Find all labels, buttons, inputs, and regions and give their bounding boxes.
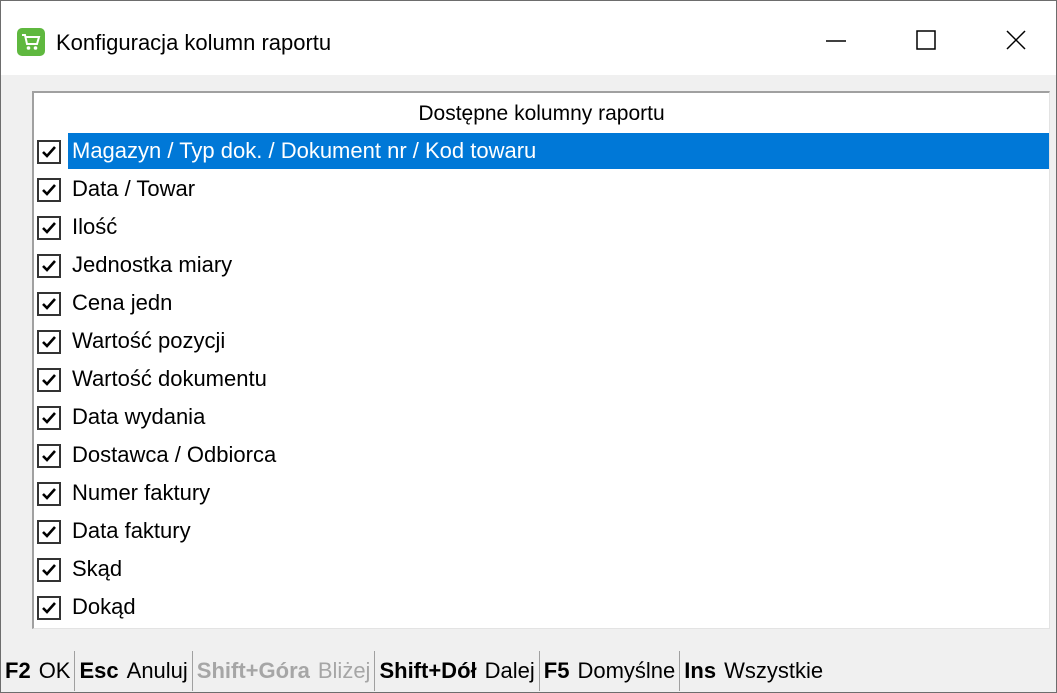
item-label: Dostawca / Odbiorca xyxy=(72,442,277,467)
item-label: Data wydania xyxy=(72,404,206,429)
item-label: Numer faktury xyxy=(72,480,211,505)
shortcut-key: Ins xyxy=(684,658,717,683)
item-checkbox[interactable] xyxy=(37,482,61,506)
list-item[interactable]: Jednostka miary xyxy=(34,246,1049,284)
item-checkbox[interactable] xyxy=(37,406,61,430)
item-label: Wartość pozycji xyxy=(72,328,226,353)
item-label: Data / Towar xyxy=(72,176,196,201)
checkmark-icon xyxy=(42,298,56,310)
checkmark-icon xyxy=(42,184,56,196)
shortcut-key: Shift+Góra xyxy=(196,658,310,683)
close-button[interactable] xyxy=(971,11,1057,69)
list-item[interactable]: Wartość pozycji xyxy=(34,322,1049,360)
list-item[interactable]: Skąd xyxy=(34,550,1049,588)
item-checkbox[interactable] xyxy=(37,254,61,278)
item-label: Magazyn / Typ dok. / Dokument nr / Kod t… xyxy=(68,133,1049,169)
shortcut-label: Wszystkie xyxy=(724,658,824,683)
item-checkbox[interactable] xyxy=(37,444,61,468)
shortcut-shift-g-ra: Shift+Góra Bliżej xyxy=(193,651,376,691)
list-item[interactable]: Data wydania xyxy=(34,398,1049,436)
checkmark-icon xyxy=(42,488,56,500)
checkmark-icon xyxy=(42,450,56,462)
item-checkbox[interactable] xyxy=(37,292,61,316)
shortcut-label: Bliżej xyxy=(317,658,371,683)
shortcut-key: Esc xyxy=(79,658,119,683)
checkmark-icon xyxy=(42,222,56,234)
item-checkbox[interactable] xyxy=(37,178,61,202)
item-checkbox[interactable] xyxy=(37,596,61,620)
list-item[interactable]: Numer faktury xyxy=(34,474,1049,512)
item-label: Jednostka miary xyxy=(72,252,233,277)
list-item[interactable]: Magazyn / Typ dok. / Dokument nr / Kod t… xyxy=(34,132,1049,170)
shortcut-ins[interactable]: Ins Wszystkie xyxy=(680,651,827,691)
item-label: Wartość dokumentu xyxy=(72,366,267,391)
columns-list: Magazyn / Typ dok. / Dokument nr / Kod t… xyxy=(34,132,1049,626)
list-item[interactable]: Wartość dokumentu xyxy=(34,360,1049,398)
close-icon xyxy=(1006,30,1026,50)
list-item[interactable]: Data faktury xyxy=(34,512,1049,550)
item-checkbox[interactable] xyxy=(37,330,61,354)
shortcut-shift-d-[interactable]: Shift+Dół Dalej xyxy=(375,651,540,691)
checkmark-icon xyxy=(42,260,56,272)
shortcut-key: F2 xyxy=(5,658,31,683)
shortcut-f2[interactable]: F2 OK xyxy=(1,651,76,691)
shortcut-label: Anuluj xyxy=(126,658,188,683)
shortcut-esc[interactable]: Esc Anuluj xyxy=(75,651,193,691)
columns-listbox[interactable]: Dostępne kolumny raportu Magazyn / Typ d… xyxy=(32,91,1050,629)
shortcut-label: OK xyxy=(38,658,71,683)
maximize-icon xyxy=(916,30,936,50)
minimize-button[interactable] xyxy=(791,11,881,69)
item-label: Dokąd xyxy=(72,594,136,619)
window-title: Konfiguracja kolumn raportu xyxy=(56,30,332,55)
item-checkbox[interactable] xyxy=(37,368,61,392)
shortcut-key: F5 xyxy=(543,658,570,683)
item-label: Cena jedn xyxy=(72,290,173,315)
item-label: Data faktury xyxy=(72,518,191,543)
item-label: Skąd xyxy=(72,556,123,581)
shortcut-f5[interactable]: F5 Domyślne xyxy=(540,651,681,691)
minimize-icon xyxy=(826,40,846,42)
item-checkbox[interactable] xyxy=(37,520,61,544)
checkmark-icon xyxy=(42,564,56,576)
checkmark-icon xyxy=(42,412,56,424)
checkmark-icon xyxy=(42,602,56,614)
list-item[interactable]: Ilość xyxy=(34,208,1049,246)
checkmark-icon xyxy=(42,526,56,538)
checkmark-icon xyxy=(42,336,56,348)
shortcut-label: Domyślne xyxy=(577,658,676,683)
item-checkbox[interactable] xyxy=(37,216,61,240)
maximize-button[interactable] xyxy=(881,11,971,69)
item-checkbox[interactable] xyxy=(37,140,61,164)
list-header: Dostępne kolumny raportu xyxy=(34,93,1049,132)
item-checkbox[interactable] xyxy=(37,558,61,582)
shortcut-label: Dalej xyxy=(484,658,535,683)
list-item[interactable]: Cena jedn xyxy=(34,284,1049,322)
list-item[interactable]: Dostawca / Odbiorca xyxy=(34,436,1049,474)
shopping-cart-icon xyxy=(17,28,45,56)
item-label: Ilość xyxy=(72,214,118,239)
title-bar[interactable]: Konfiguracja kolumn raportu xyxy=(1,1,1056,75)
shortcut-key: Shift+Dół xyxy=(379,658,477,683)
list-item[interactable]: Dokąd xyxy=(34,588,1049,626)
list-item[interactable]: Data / Towar xyxy=(34,170,1049,208)
checkmark-icon xyxy=(42,374,56,386)
dialog-window: Konfiguracja kolumn raportu Dostępne kol… xyxy=(0,0,1057,693)
checkmark-icon xyxy=(42,146,56,158)
shortcut-bar: F2 OK Esc Anuluj Shift+Góra Bliżej Shift+Dół Da… xyxy=(1,651,1056,691)
